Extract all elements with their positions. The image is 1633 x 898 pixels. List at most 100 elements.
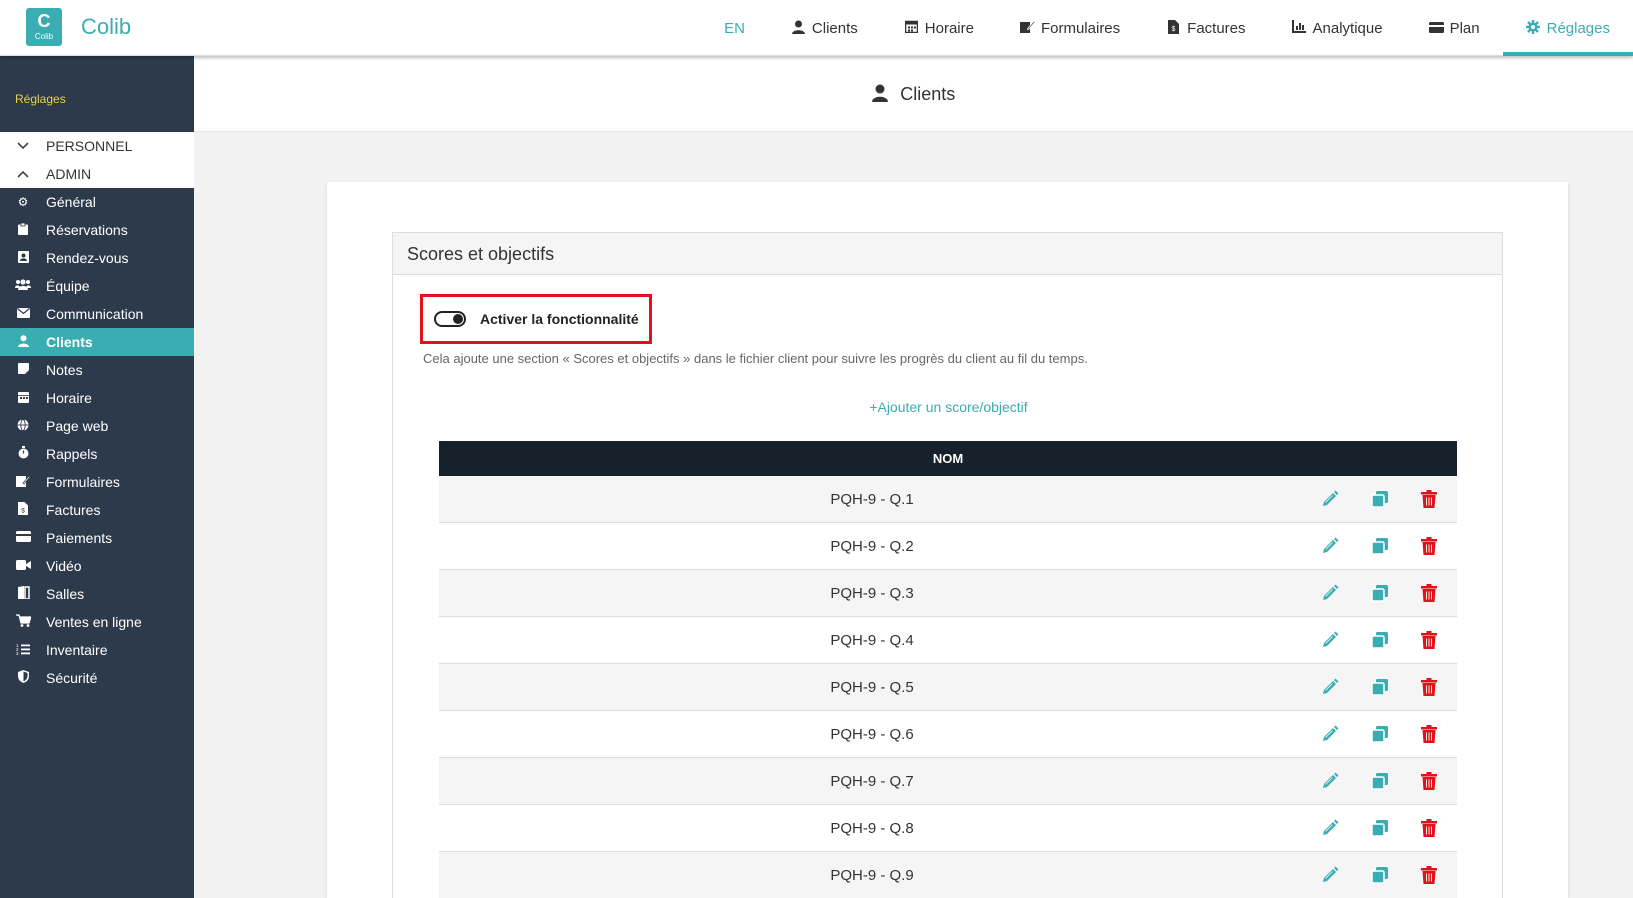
sidebar-item-label: Clients xyxy=(46,334,93,350)
invoice-icon: $ xyxy=(0,502,46,518)
delete-trash-icon[interactable] xyxy=(1417,816,1441,840)
sidebar-item-rappels[interactable]: Rappels xyxy=(0,440,194,468)
sidebar-item-inventaire[interactable]: 1 2 3 Inventaire xyxy=(0,636,194,664)
sidebar-item-notes[interactable]: Notes xyxy=(0,356,194,384)
sidebar-item-factures[interactable]: $ Factures xyxy=(0,496,194,524)
sidebar-item-label: Sécurité xyxy=(46,670,98,686)
sidebar-item-general[interactable]: ⚙ Général xyxy=(0,188,194,216)
edit-pencil-icon[interactable] xyxy=(1318,816,1342,840)
sidebar-item-ventes-en-ligne[interactable]: Ventes en ligne xyxy=(0,608,194,636)
edit-pencil-icon[interactable] xyxy=(1318,628,1342,652)
edit-pencil-icon[interactable] xyxy=(1318,769,1342,793)
table-row: PQH-9 - Q.9 xyxy=(439,852,1457,898)
clipboard-icon xyxy=(0,222,46,238)
sidebar-item-securite[interactable]: Sécurité xyxy=(0,664,194,692)
nav-analytique[interactable]: Analytique xyxy=(1269,0,1406,56)
score-name: PQH-9 - Q.2 xyxy=(830,537,914,555)
duplicate-icon[interactable] xyxy=(1368,534,1392,558)
duplicate-icon[interactable] xyxy=(1368,628,1392,652)
nav-label: Analytique xyxy=(1312,19,1383,37)
globe-icon xyxy=(0,418,46,434)
nav-horaire[interactable]: Horaire xyxy=(881,0,997,56)
delete-trash-icon[interactable] xyxy=(1417,675,1441,699)
sidebar-item-label: Page web xyxy=(46,418,109,434)
credit-card-icon xyxy=(1428,21,1444,36)
user-icon xyxy=(0,334,46,350)
settings-card: Scores et objectifs Activer la fonctionn… xyxy=(327,182,1568,898)
envelope-icon xyxy=(0,307,46,321)
sidebar-item-label: Ventes en ligne xyxy=(46,614,142,630)
delete-trash-icon[interactable] xyxy=(1417,769,1441,793)
feature-help-text: Cela ajoute une section « Scores et obje… xyxy=(423,351,1088,366)
duplicate-icon[interactable] xyxy=(1368,769,1392,793)
contact-card-icon xyxy=(0,250,46,266)
delete-trash-icon[interactable] xyxy=(1417,534,1441,558)
invoice-icon: $ xyxy=(1166,19,1181,37)
sidebar-item-salles[interactable]: Salles xyxy=(0,580,194,608)
sidebar-item-label: Formulaires xyxy=(46,474,120,490)
add-score-link[interactable]: +Ajouter un score/objectif xyxy=(393,399,1502,415)
delete-trash-icon[interactable] xyxy=(1417,722,1441,746)
colib-logo[interactable]: C Colib xyxy=(26,8,62,46)
feature-toggle-highlight: Activer la fonctionnalité xyxy=(420,294,652,344)
duplicate-icon[interactable] xyxy=(1368,675,1392,699)
edit-pencil-icon[interactable] xyxy=(1318,487,1342,511)
sidebar-item-label: Communication xyxy=(46,306,144,322)
sidebar-item-label: Réservations xyxy=(46,222,128,238)
sidebar-item-formulaires[interactable]: Formulaires xyxy=(0,468,194,496)
nav-reglages[interactable]: Réglages xyxy=(1502,0,1633,56)
sidebar-item-page-web[interactable]: Page web xyxy=(0,412,194,440)
user-icon xyxy=(791,20,806,37)
edit-pencil-icon[interactable] xyxy=(1318,863,1342,887)
sidebar-item-label: Notes xyxy=(46,362,83,378)
feature-toggle-label[interactable]: Activer la fonctionnalité xyxy=(480,311,639,327)
nav-label: Clients xyxy=(811,19,858,37)
form-icon xyxy=(1019,20,1036,36)
sidebar-item-equipe[interactable]: Équipe xyxy=(0,272,194,300)
nav-formulaires[interactable]: Formulaires xyxy=(997,0,1143,56)
sidebar-group-personnel[interactable]: PERSONNEL xyxy=(0,132,194,160)
sidebar-item-reservations[interactable]: Réservations xyxy=(0,216,194,244)
sidebar-item-paiements[interactable]: Paiements xyxy=(0,524,194,552)
edit-pencil-icon[interactable] xyxy=(1318,675,1342,699)
svg-text:$: $ xyxy=(21,508,25,515)
sidebar-item-label: Rappels xyxy=(46,446,98,462)
logo-text: Colib xyxy=(34,32,54,41)
sidebar-item-rendez-vous[interactable]: Rendez-vous xyxy=(0,244,194,272)
delete-trash-icon[interactable] xyxy=(1417,487,1441,511)
duplicate-icon[interactable] xyxy=(1368,816,1392,840)
sidebar-item-clients[interactable]: Clients xyxy=(0,328,194,356)
duplicate-icon[interactable] xyxy=(1368,581,1392,605)
scores-table: NOM PQH-9 - Q.1 PQH-9 - Q.2 PQH-9 - Q.3 PQH… xyxy=(439,441,1457,898)
language-switch[interactable]: EN xyxy=(701,0,768,56)
delete-trash-icon[interactable] xyxy=(1417,581,1441,605)
sidebar-item-video[interactable]: Vidéo xyxy=(0,552,194,580)
settings-sidebar: Réglages PERSONNEL ADMIN ⚙ Général Réserv… xyxy=(0,56,194,898)
duplicate-icon[interactable] xyxy=(1368,487,1392,511)
video-icon xyxy=(0,559,46,573)
calendar-icon xyxy=(904,20,919,36)
sidebar-item-label: Équipe xyxy=(46,278,90,294)
edit-pencil-icon[interactable] xyxy=(1318,722,1342,746)
duplicate-icon[interactable] xyxy=(1368,863,1392,887)
nav-clients[interactable]: Clients xyxy=(768,0,881,56)
delete-trash-icon[interactable] xyxy=(1417,863,1441,887)
sidebar-item-horaire[interactable]: Horaire xyxy=(0,384,194,412)
sidebar-item-communication[interactable]: Communication xyxy=(0,300,194,328)
sidebar-group-admin[interactable]: ADMIN xyxy=(0,160,194,188)
score-name: PQH-9 - Q.6 xyxy=(830,725,914,743)
sidebar-item-label: Inventaire xyxy=(46,642,108,658)
edit-pencil-icon[interactable] xyxy=(1318,581,1342,605)
sidebar-item-label: Vidéo xyxy=(46,558,82,574)
duplicate-icon[interactable] xyxy=(1368,722,1392,746)
nav-factures[interactable]: $ Factures xyxy=(1143,0,1268,56)
sidebar-item-label: Paiements xyxy=(46,530,113,546)
feature-toggle-switch[interactable] xyxy=(434,311,466,327)
edit-pencil-icon[interactable] xyxy=(1318,534,1342,558)
nav-label: Horaire xyxy=(924,19,974,37)
panel-title: Scores et objectifs xyxy=(393,233,1502,275)
delete-trash-icon[interactable] xyxy=(1417,628,1441,652)
brand-name[interactable]: Colib xyxy=(81,14,131,40)
nav-plan[interactable]: Plan xyxy=(1406,0,1503,56)
cart-icon xyxy=(0,614,46,630)
